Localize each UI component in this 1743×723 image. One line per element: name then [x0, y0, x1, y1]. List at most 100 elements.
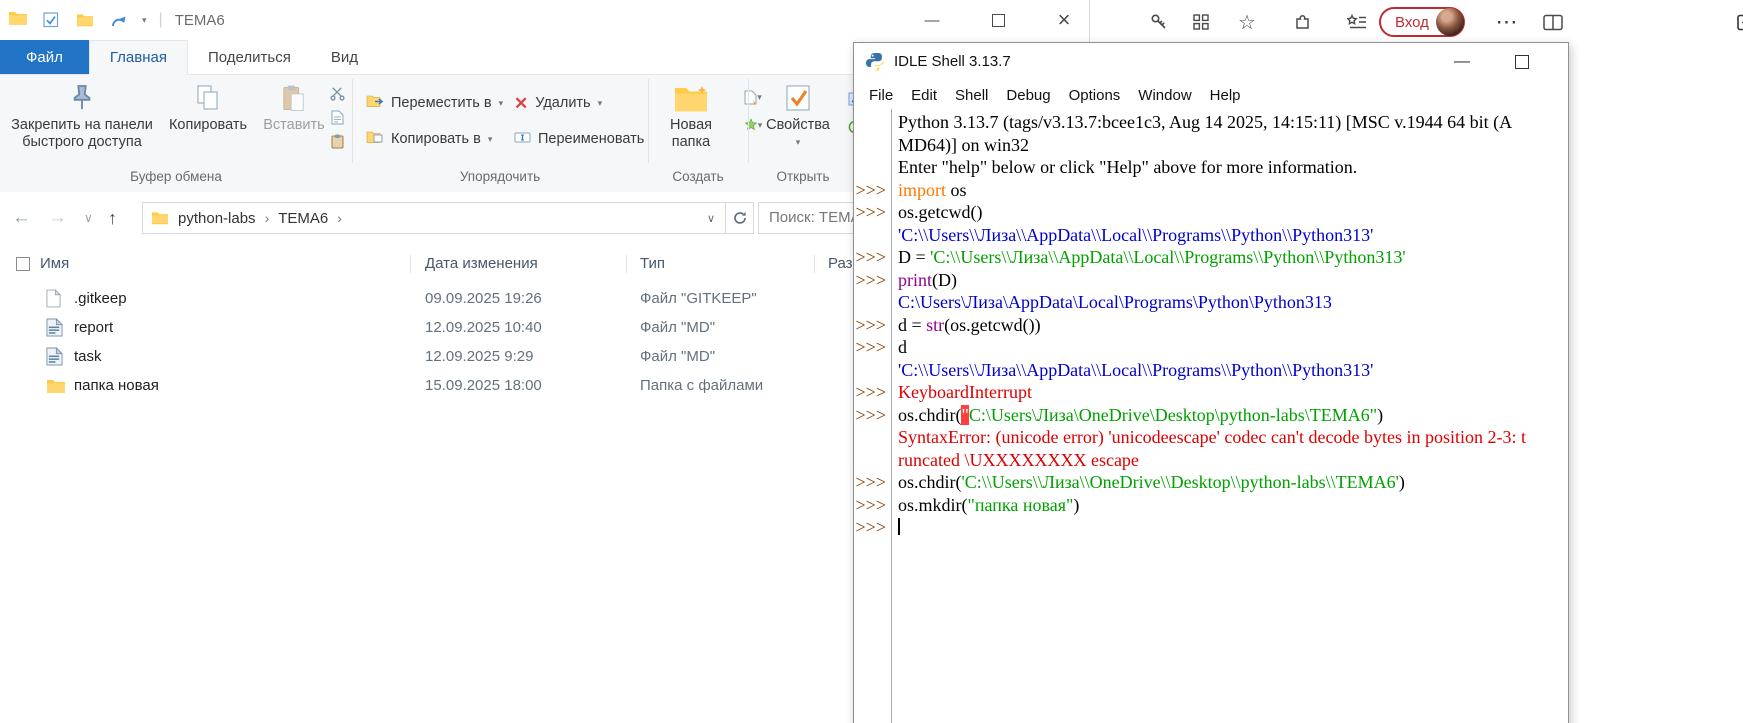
file-name: report	[74, 313, 113, 342]
folder-icon	[46, 375, 68, 396]
idle-text-area[interactable]: Python 3.13.7 (tags/v3.13.7:bcee1c3, Aug…	[854, 109, 1568, 723]
shell-input-line: >>>D = 'C:\\Users\\Лиза\\AppData\\Local\…	[854, 246, 1568, 269]
ribbon-tab[interactable]: Главная	[89, 40, 188, 75]
ribbon-tab[interactable]: Файл	[0, 40, 89, 74]
properties-quick-icon[interactable]	[40, 10, 62, 30]
idle-shell-window: IDLE Shell 3.13.7 — FileEditShellDebugOp…	[853, 42, 1569, 723]
shell-prompt: >>>	[854, 201, 886, 224]
shell-prompt: >>>	[854, 381, 886, 404]
new-folder-icon	[652, 79, 730, 117]
apps-grid-icon[interactable]	[1188, 9, 1214, 35]
sidebar-toggle-icon[interactable]	[1734, 9, 1743, 35]
column-header-date[interactable]: Дата изменения	[425, 248, 538, 280]
back-icon[interactable]: ←	[12, 192, 31, 244]
shell-text-segment: KeyboardInterrupt	[898, 382, 1032, 402]
extensions-icon[interactable]	[1290, 9, 1316, 35]
menu-file[interactable]: File	[860, 87, 902, 104]
chevron-down-icon: ▾	[488, 134, 493, 145]
key-icon[interactable]	[1146, 9, 1172, 35]
menu-edit[interactable]: Edit	[902, 87, 946, 104]
shell-prompt: >>>	[854, 516, 886, 539]
refresh-button[interactable]	[726, 202, 754, 234]
copy-path-icon[interactable]	[326, 107, 348, 127]
favorites-star-icon[interactable]: ☆	[1234, 9, 1260, 35]
new-folder-button[interactable]: Новая папка	[652, 79, 730, 151]
shell-text-segment: Enter "help" below or click "Help" above…	[898, 157, 1357, 177]
shell-output: Python 3.13.7 (tags/v3.13.7:bcee1c3, Aug…	[854, 109, 1568, 539]
shell-output-line: SyntaxError: (unicode error) 'unicodeesc…	[854, 426, 1568, 449]
shell-output-line: 'C:\\Users\\Лиза\\AppData\\Local\\Progra…	[854, 359, 1568, 382]
shell-prompt: >>>	[854, 494, 886, 517]
delete-button[interactable]: ✕ Удалить ▾	[514, 91, 602, 115]
menu-debug[interactable]: Debug	[997, 87, 1059, 104]
up-icon[interactable]: ↑	[108, 192, 117, 244]
shell-text-segment: os.mkdir(	[898, 495, 968, 515]
file-type: Папка с файлами	[640, 371, 763, 400]
shell-input-line: >>>os.mkdir("папка новая")	[854, 494, 1568, 517]
shell-text-segment: SyntaxError: (unicode error) 'unicodeesc…	[898, 427, 1526, 447]
favorites-bar-icon[interactable]	[1344, 9, 1370, 35]
properties-button[interactable]: Свойства ▾	[756, 79, 840, 151]
minimize-button[interactable]: —	[921, 12, 943, 29]
file-type: Файл "GITKEEP"	[640, 284, 757, 313]
sign-in-button[interactable]: Вход	[1379, 7, 1465, 37]
idle-menubar: FileEditShellDebugOptionsWindowHelp	[854, 81, 1568, 109]
copy-to-button[interactable]: Копировать в ▾	[366, 127, 492, 151]
file-icon	[46, 288, 68, 309]
file-date: 09.09.2025 19:26	[425, 284, 542, 313]
idle-minimize-button[interactable]: —	[1442, 43, 1482, 81]
copy-icon	[160, 79, 256, 117]
menu-window[interactable]: Window	[1129, 87, 1200, 104]
cut-icon[interactable]	[326, 83, 348, 103]
breadcrumb-item[interactable]: python-labs	[178, 210, 256, 227]
column-header-type[interactable]: Тип	[640, 248, 665, 280]
paste-button[interactable]: Вставить	[258, 79, 330, 134]
shell-text-segment: 'C:\\Users\\Лиза\\OneDrive\\Desktop\\pyt…	[961, 472, 1398, 492]
redo-icon[interactable]	[108, 10, 130, 30]
history-chevron-icon[interactable]: ∨	[84, 192, 93, 244]
ribbon-tab[interactable]: Вид	[311, 40, 378, 74]
close-button[interactable]: ×	[1053, 7, 1075, 33]
shell-text-segment: 'C:\\Users\\Лиза\\AppData\\Local\\Progra…	[930, 247, 1405, 267]
split-screen-icon[interactable]	[1540, 9, 1566, 35]
column-header-name[interactable]: Имя	[40, 248, 69, 280]
menu-help[interactable]: Help	[1201, 87, 1250, 104]
shell-prompt: >>>	[854, 179, 886, 202]
menu-options[interactable]: Options	[1060, 87, 1130, 104]
desktop: ☆ Вход ⋯	[0, 0, 1743, 723]
pin-to-quick-access-button[interactable]: Закрепить на панели быстрого доступа	[8, 79, 156, 151]
file-date: 12.09.2025 10:40	[425, 313, 542, 342]
move-to-button[interactable]: Переместить в ▾	[366, 91, 503, 115]
address-bar[interactable]: python-labs›TEMA6› ∨	[142, 202, 726, 234]
shell-text-segment: os.chdir(	[898, 472, 961, 492]
chevron-down-icon: ▾	[499, 98, 504, 109]
md-icon	[46, 346, 68, 367]
rename-button[interactable]: Переименовать	[514, 127, 644, 151]
maximize-button[interactable]	[987, 14, 1009, 27]
shell-output-line: C:\Users\Лиза\AppData\Local\Programs\Pyt…	[854, 291, 1568, 314]
forward-icon[interactable]: →	[48, 192, 67, 244]
copy-to-icon	[366, 131, 384, 148]
move-to-icon	[366, 95, 384, 112]
idle-maximize-button[interactable]	[1502, 43, 1542, 81]
address-dropdown-icon[interactable]: ∨	[707, 212, 715, 225]
breadcrumb: python-labs›TEMA6›	[178, 210, 342, 227]
shell-prompt: >>>	[854, 336, 886, 359]
copy-button[interactable]: Копировать	[160, 79, 256, 134]
pin-label-line2: быстрого доступа	[8, 134, 156, 151]
ribbon-tab[interactable]: Поделиться	[188, 40, 311, 74]
select-all-checkbox[interactable]	[16, 257, 30, 271]
shell-input-line: >>>d = str(os.getcwd())	[854, 314, 1568, 337]
new-folder-quick-icon[interactable]	[74, 10, 96, 30]
more-options-icon[interactable]: ⋯	[1494, 9, 1520, 35]
paste-shortcut-icon[interactable]	[326, 131, 348, 151]
chevron-down-icon[interactable]: ▾	[142, 15, 147, 26]
breadcrumb-item[interactable]: TEMA6	[278, 210, 328, 227]
shell-text-segment: MD64)] on win32	[898, 135, 1029, 155]
file-name: папка новая	[74, 371, 159, 400]
shell-text-segment: )	[1377, 405, 1383, 425]
shell-input-line: >>>	[854, 516, 1568, 539]
rename-icon	[514, 131, 531, 148]
shell-input-line: >>> KeyboardInterrupt	[854, 381, 1568, 404]
menu-shell[interactable]: Shell	[946, 87, 997, 104]
